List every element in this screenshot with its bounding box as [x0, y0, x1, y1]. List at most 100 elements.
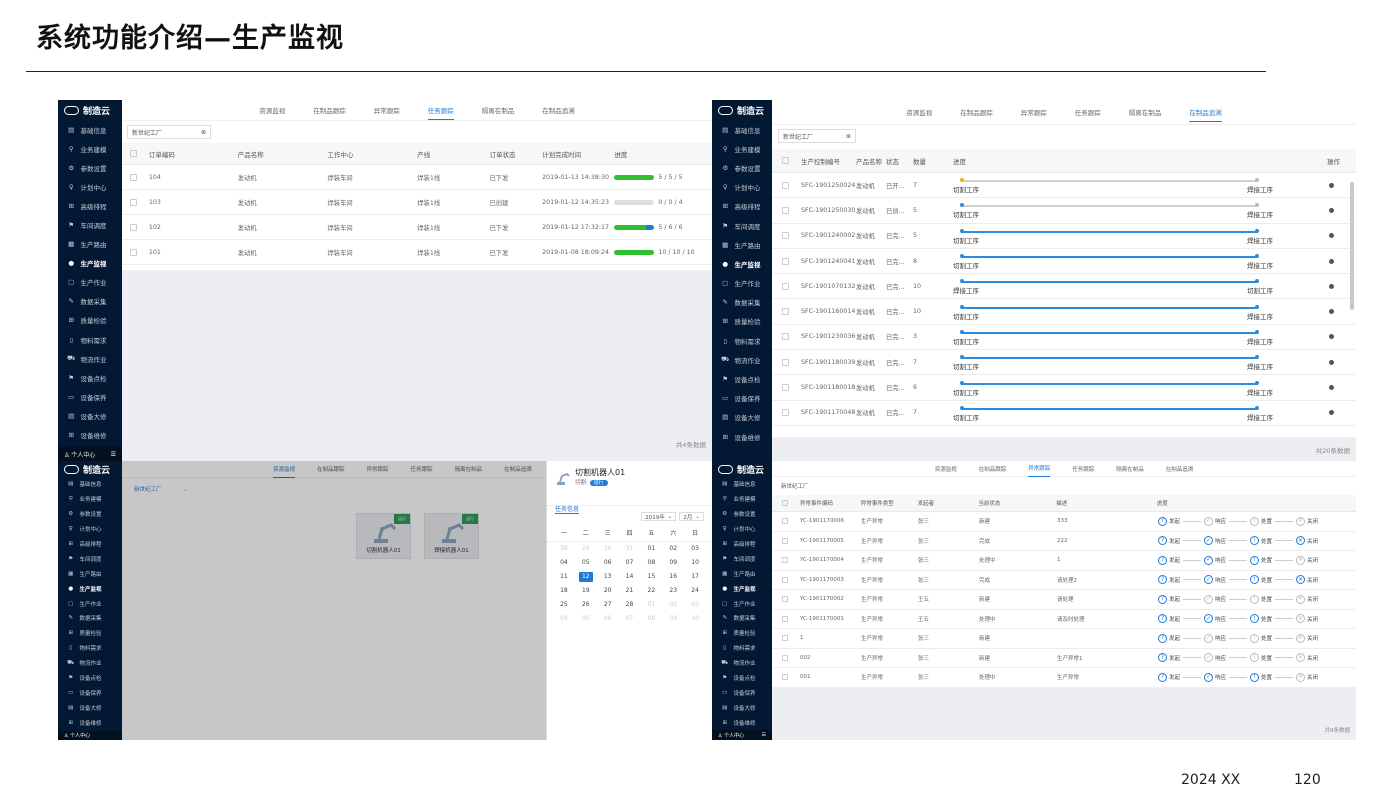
row-checkbox[interactable] [782, 674, 788, 681]
sidebar-item[interactable]: ✎ 数据采集 [712, 293, 772, 312]
sidebar-item[interactable]: ⚲ 业务建模 [58, 139, 122, 158]
tab-item[interactable]: 资源监视 [935, 461, 957, 477]
calendar-day[interactable]: 01 [640, 598, 662, 612]
row-checkbox[interactable] [782, 557, 788, 564]
row-checkbox[interactable] [782, 635, 788, 642]
tab-task-info[interactable]: 任务信息 [555, 504, 580, 514]
calendar-day[interactable]: 03 [684, 542, 706, 556]
sidebar-item[interactable]: ⚑ 车间调度 [712, 216, 772, 235]
row-checkbox[interactable] [782, 206, 789, 214]
sidebar-item[interactable]: ⊞ 设备维修 [712, 427, 772, 446]
calendar-day[interactable]: 01 [640, 542, 662, 556]
calendar-day[interactable]: 12 [578, 572, 593, 582]
vertical-scrollbar[interactable] [1350, 182, 1354, 310]
row-checkbox[interactable] [782, 333, 789, 341]
tab-item[interactable]: 异常跟踪 [1028, 461, 1051, 477]
calendar-day[interactable]: 03 [684, 598, 706, 612]
table-row[interactable]: 002 生产异常 张三 新建 生产异常1? 发起 ✓ 响应! 处置 ✕ 关闭 [772, 648, 1356, 668]
sidebar-item[interactable]: ▢ 生产作业 [58, 273, 122, 292]
sidebar-item[interactable]: ⊞ 设备维修 [712, 715, 772, 730]
view-icon[interactable] [1329, 334, 1334, 340]
tab-item[interactable]: 任务跟踪 [427, 101, 454, 120]
factory-search-input[interactable]: 新世纪工厂 [778, 480, 848, 491]
table-row[interactable]: SFC-1901250030 发动机 已创... 5 切割工序 焊接工序 [772, 198, 1356, 224]
sidebar-item[interactable]: ⊞ 高级排程 [58, 537, 122, 552]
sidebar-item[interactable]: ● 生产监视 [712, 254, 772, 273]
sidebar-item[interactable]: ⚲ 业务建模 [712, 139, 772, 158]
table-row[interactable]: SFC-1901070132 发动机 已完... 10 焊接工序 切割工序 [772, 274, 1356, 300]
sidebar-item[interactable]: ⚑ 车间调度 [712, 551, 772, 566]
sidebar-item[interactable]: ♀ 计划中心 [58, 177, 122, 196]
row-checkbox[interactable] [782, 181, 789, 189]
sidebar-item[interactable]: ▤ 基础信息 [58, 120, 122, 139]
calendar-day[interactable]: 05 [575, 612, 597, 626]
row-checkbox[interactable] [130, 198, 137, 206]
table-row[interactable]: YC-1901170001 生产异常 王五 处理中 请及时处理? 发起 ✓ 响应! 处置 ✕ 关闭 [772, 609, 1356, 629]
tab-item[interactable]: 在制品跟踪 [979, 461, 1007, 477]
table-row[interactable]: YC-1901170002 生产异常 王五 新建 请处理? 发起 ✓ 响应! 处置 ✕ 关闭 [772, 590, 1356, 610]
sidebar-item[interactable]: ✎ 数据采集 [712, 611, 772, 626]
view-icon[interactable] [1329, 385, 1334, 391]
sidebar-item[interactable]: ▤ 基础信息 [712, 477, 772, 492]
calendar-day[interactable]: 06 [597, 556, 619, 570]
row-checkbox[interactable] [130, 248, 137, 256]
table-row[interactable]: SFC-1901160014 发动机 已完... 10 切割工序 焊接工序 [772, 299, 1356, 325]
month-select[interactable]: 2月 ⌄ [679, 512, 704, 521]
calendar-day[interactable]: 28 [619, 598, 641, 612]
sidebar-item[interactable]: ⊞ 质量检验 [58, 311, 122, 330]
calendar-day[interactable]: 20 [597, 584, 619, 598]
sidebar-item[interactable]: ▭ 设备保养 [712, 685, 772, 700]
sidebar-item[interactable]: ⚑ 设备点检 [58, 671, 122, 686]
sidebar-item[interactable]: ▢ 生产作业 [712, 274, 772, 293]
sidebar-item[interactable]: ⚲ 业务建模 [712, 492, 772, 507]
view-icon[interactable] [1329, 258, 1334, 264]
sidebar-item[interactable]: ⚙ 参数设置 [712, 507, 772, 522]
sidebar-item[interactable]: ▦ 生产路由 [712, 566, 772, 581]
table-row[interactable]: YC-1901170005 生产异常 张三 完成 222? 发起 ✓ 响应! 处置 ✕ 关闭 [772, 531, 1356, 551]
sidebar-item[interactable]: ▦ 生产路由 [58, 235, 122, 254]
table-row[interactable]: 104 发动机 焊装车间 焊装1线 已下发 2019-01-13 14:38:30 5 / … [122, 165, 712, 190]
table-row[interactable]: 103 发动机 焊装车间 焊装1线 已创建 2019-01-12 14:35:23 0 / … [122, 190, 712, 215]
calendar-day[interactable]: 13 [597, 570, 619, 584]
table-row[interactable]: SFC-1901170048 发动机 已完... 7 切割工序 焊接工序 [772, 400, 1356, 426]
tab-item[interactable]: 在制品追溯 [542, 101, 575, 119]
calendar-day[interactable]: 18 [553, 584, 575, 598]
row-checkbox[interactable] [782, 615, 788, 622]
row-checkbox[interactable] [782, 654, 788, 661]
calendar-day[interactable]: 07 [619, 612, 641, 626]
calendar-day[interactable]: 08 [640, 612, 662, 626]
sidebar-item[interactable]: ⛟ 物流作业 [58, 656, 122, 671]
sidebar-item[interactable]: ⚲ 业务建模 [58, 492, 122, 507]
calendar-day[interactable]: 09 [662, 612, 684, 626]
sidebar-item[interactable]: ▭ 设备保养 [712, 389, 772, 408]
sidebar-item[interactable]: ▯ 物料需求 [712, 331, 772, 350]
calendar-day[interactable]: 14 [619, 570, 641, 584]
tab-item[interactable]: 资源监视 [259, 101, 285, 119]
tab-item[interactable]: 任务跟踪 [1072, 461, 1094, 477]
tab-item[interactable]: 资源监视 [906, 103, 932, 121]
row-checkbox[interactable] [782, 308, 789, 316]
sidebar-item[interactable]: ▤ 基础信息 [58, 477, 122, 492]
factory-search-input[interactable]: 新世纪工厂 ⊗ [778, 129, 856, 143]
tab-item[interactable]: 异常跟踪 [1021, 103, 1047, 121]
calendar-day[interactable]: 02 [662, 598, 684, 612]
row-checkbox[interactable] [782, 518, 788, 525]
sidebar-item[interactable]: ● 生产监视 [58, 254, 122, 273]
sidebar-item[interactable]: ♀ 计划中心 [58, 522, 122, 537]
table-row[interactable]: SFC-1901180018 发动机 已完... 6 切割工序 焊接工序 [772, 375, 1356, 401]
sidebar-item[interactable]: ▤ 设备大修 [58, 406, 122, 425]
sidebar-item[interactable]: ⚑ 设备点检 [58, 368, 122, 387]
sidebar-item[interactable]: ⊞ 质量检验 [58, 626, 122, 641]
select-all-checkbox[interactable] [130, 150, 137, 157]
sidebar-item[interactable]: ⛟ 物流作业 [712, 350, 772, 369]
sidebar-item[interactable]: ♀ 计划中心 [712, 522, 772, 537]
calendar-day[interactable]: 25 [553, 598, 575, 612]
user-center-label[interactable]: ♙ 个人中心 [64, 732, 90, 739]
sidebar-item[interactable]: ▤ 设备大修 [712, 408, 772, 427]
table-row[interactable]: 102 发动机 焊装车间 焊装1线 已下发 2019-01-12 17:32:17 5 / … [122, 215, 712, 240]
sidebar-item[interactable]: ▦ 生产路由 [712, 235, 772, 254]
table-row[interactable]: SFC-1901240002 发动机 已完... 5 切割工序 焊接工序 [772, 223, 1356, 249]
modal-overlay[interactable] [122, 461, 546, 740]
calendar-day[interactable]: 11 [553, 570, 575, 584]
sidebar-item[interactable]: ⛟ 物流作业 [712, 656, 772, 671]
